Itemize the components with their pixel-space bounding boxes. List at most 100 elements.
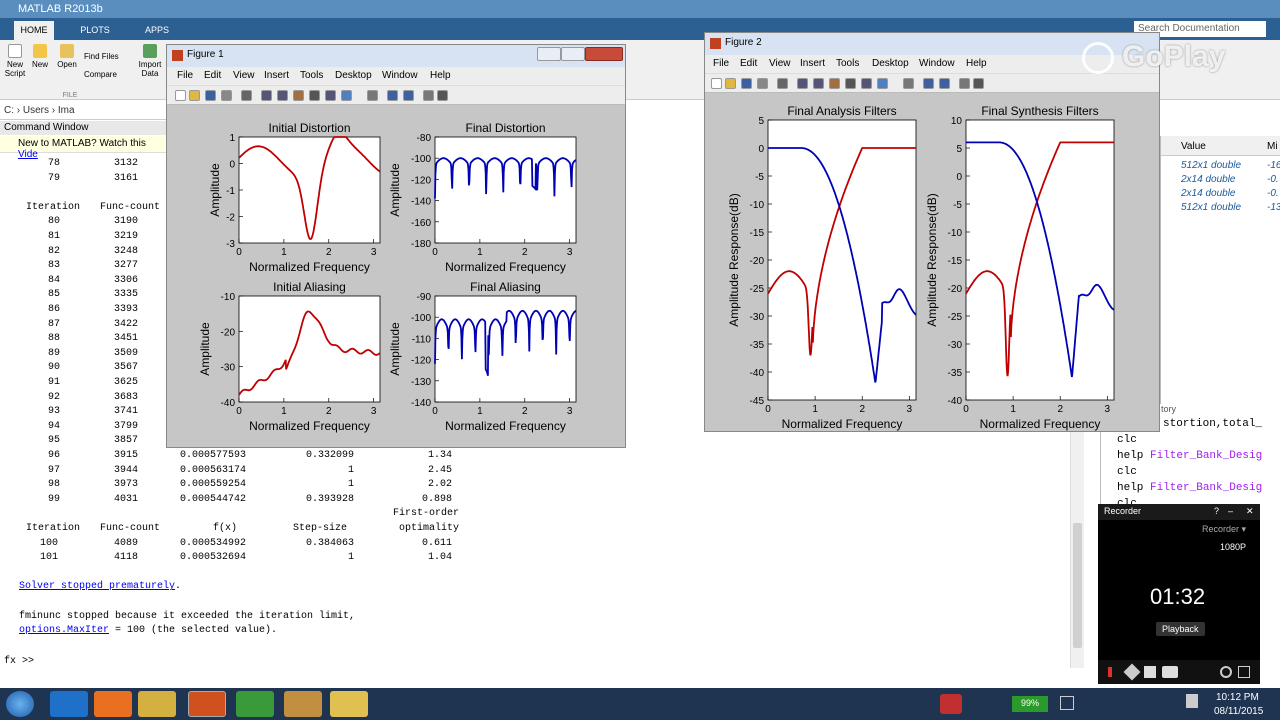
legend-icon[interactable] <box>403 90 414 101</box>
menu-insert[interactable]: Insert <box>800 58 825 69</box>
colorbar-icon[interactable] <box>387 90 398 101</box>
find-files-button[interactable]: Find Files <box>84 52 132 61</box>
menu-file[interactable]: File <box>177 70 193 81</box>
show-tools-icon[interactable] <box>437 90 448 101</box>
battery-indicator[interactable]: 99% <box>1012 696 1048 712</box>
new-button[interactable]: New <box>30 44 50 69</box>
tab-apps[interactable]: APPS <box>138 21 176 40</box>
save-icon[interactable] <box>741 78 752 89</box>
scrollbar-thumb[interactable] <box>1073 523 1082 648</box>
recorder-widget[interactable]: Recorder ? – ✕ Recorder ▾ 1080P 01:32 Pl… <box>1098 504 1260 684</box>
menu-help[interactable]: Help <box>430 70 451 81</box>
pointer-icon[interactable] <box>777 78 788 89</box>
ie-taskbar-icon[interactable] <box>50 691 88 717</box>
menu-window[interactable]: Window <box>919 58 955 69</box>
history-item[interactable]: clc <box>1117 434 1137 446</box>
history-item[interactable]: help Filter_Bank_Desig <box>1117 482 1262 494</box>
start-button[interactable] <box>6 691 34 717</box>
menu-tools[interactable]: Tools <box>836 58 859 69</box>
network-icon[interactable] <box>1060 696 1074 710</box>
menu-tools[interactable]: Tools <box>300 70 323 81</box>
pause-icon[interactable] <box>1108 667 1112 677</box>
menu-view[interactable]: View <box>233 70 255 81</box>
open-file-icon[interactable] <box>725 78 736 89</box>
chrome-taskbar-icon[interactable] <box>236 691 274 717</box>
folder-taskbar-icon[interactable] <box>330 691 368 717</box>
data-cursor-icon[interactable] <box>325 90 336 101</box>
rotate-icon[interactable] <box>309 90 320 101</box>
new-script-button[interactable]: New Script <box>4 44 26 78</box>
stop-icon[interactable] <box>1144 666 1156 678</box>
expand-icon[interactable] <box>1238 666 1250 678</box>
zoom-in-icon[interactable] <box>261 90 272 101</box>
solver-stopped-link[interactable]: Solver stopped prematurely <box>19 581 175 592</box>
workspace-row[interactable]: 512x1 double -16 <box>1161 160 1280 174</box>
history-item[interactable]: help Filter_Bank_Desig <box>1117 450 1262 462</box>
menu-insert[interactable]: Insert <box>264 70 289 81</box>
figure2-window[interactable]: Figure 2 File Edit View Insert Tools Desktop W… <box>704 32 1160 432</box>
menu-help[interactable]: Help <box>966 58 987 69</box>
figure1-titlebar[interactable]: Figure 1 <box>167 45 625 67</box>
workspace-row[interactable]: 2x14 double -0. <box>1161 188 1280 202</box>
pointer-icon[interactable] <box>241 90 252 101</box>
zoom-in-icon[interactable] <box>797 78 808 89</box>
legend-icon[interactable] <box>939 78 950 89</box>
matlab-taskbar-icon[interactable] <box>188 691 226 717</box>
rotate-icon[interactable] <box>845 78 856 89</box>
tab-plots[interactable]: PLOTS <box>76 21 114 40</box>
minimize-icon[interactable]: – <box>1228 506 1233 516</box>
zoom-out-icon[interactable] <box>277 90 288 101</box>
options-maxiter-link[interactable]: options.MaxIter <box>19 625 109 636</box>
help-icon[interactable]: ? <box>1214 506 1219 516</box>
save-icon[interactable] <box>205 90 216 101</box>
link-icon[interactable] <box>367 90 378 101</box>
menu-window[interactable]: Window <box>382 70 418 81</box>
app-taskbar-icon[interactable] <box>284 691 322 717</box>
menu-desktop[interactable]: Desktop <box>872 58 909 69</box>
colorbar-icon[interactable] <box>923 78 934 89</box>
data-cursor-icon[interactable] <box>861 78 872 89</box>
show-tools-icon[interactable] <box>973 78 984 89</box>
menu-edit[interactable]: Edit <box>204 70 221 81</box>
tab-home[interactable]: HOME <box>14 21 54 40</box>
import-data-button[interactable]: Import Data <box>138 44 162 78</box>
settings-icon[interactable] <box>1220 666 1232 678</box>
new-figure-icon[interactable] <box>711 78 722 89</box>
brush-icon[interactable] <box>341 90 352 101</box>
print-icon[interactable] <box>221 90 232 101</box>
brush-icon[interactable] <box>877 78 888 89</box>
camera-icon[interactable] <box>1162 666 1178 678</box>
tray-app-icon[interactable] <box>940 694 962 714</box>
maximize-button[interactable] <box>561 47 585 61</box>
new-figure-icon[interactable] <box>175 90 186 101</box>
pan-icon[interactable] <box>829 78 840 89</box>
open-button[interactable]: Open <box>56 44 78 69</box>
open-file-icon[interactable] <box>189 90 200 101</box>
zoom-out-icon[interactable] <box>813 78 824 89</box>
minimize-button[interactable] <box>537 47 561 61</box>
workspace-row[interactable]: 2x14 double -0. <box>1161 174 1280 188</box>
link-icon[interactable] <box>903 78 914 89</box>
menu-desktop[interactable]: Desktop <box>335 70 372 81</box>
close-icon[interactable]: ✕ <box>1246 506 1254 517</box>
menu-file[interactable]: File <box>713 58 729 69</box>
menu-view[interactable]: View <box>769 58 791 69</box>
pan-icon[interactable] <box>293 90 304 101</box>
y-tick-label: -90 <box>417 292 432 303</box>
media-player-taskbar-icon[interactable] <box>94 691 132 717</box>
explorer-taskbar-icon[interactable] <box>138 691 176 717</box>
hide-tools-icon[interactable] <box>959 78 970 89</box>
print-icon[interactable] <box>757 78 768 89</box>
figure1-window[interactable]: Figure 1 File Edit View Insert Tools Desktop W… <box>166 44 626 448</box>
playback-button[interactable]: Playback <box>1156 622 1205 636</box>
volume-icon[interactable] <box>1186 694 1198 708</box>
tag-icon[interactable] <box>1123 663 1141 681</box>
recorder-source-dropdown[interactable]: Recorder ▾ <box>1202 524 1246 535</box>
address-bar[interactable]: C: › Users › Ima <box>0 102 170 120</box>
close-button[interactable] <box>585 47 623 61</box>
hide-tools-icon[interactable] <box>423 90 434 101</box>
history-item[interactable]: clc <box>1117 466 1137 478</box>
compare-button[interactable]: Compare <box>84 70 132 79</box>
menu-edit[interactable]: Edit <box>740 58 757 69</box>
workspace-row[interactable]: 512x1 double -13 <box>1161 202 1280 216</box>
